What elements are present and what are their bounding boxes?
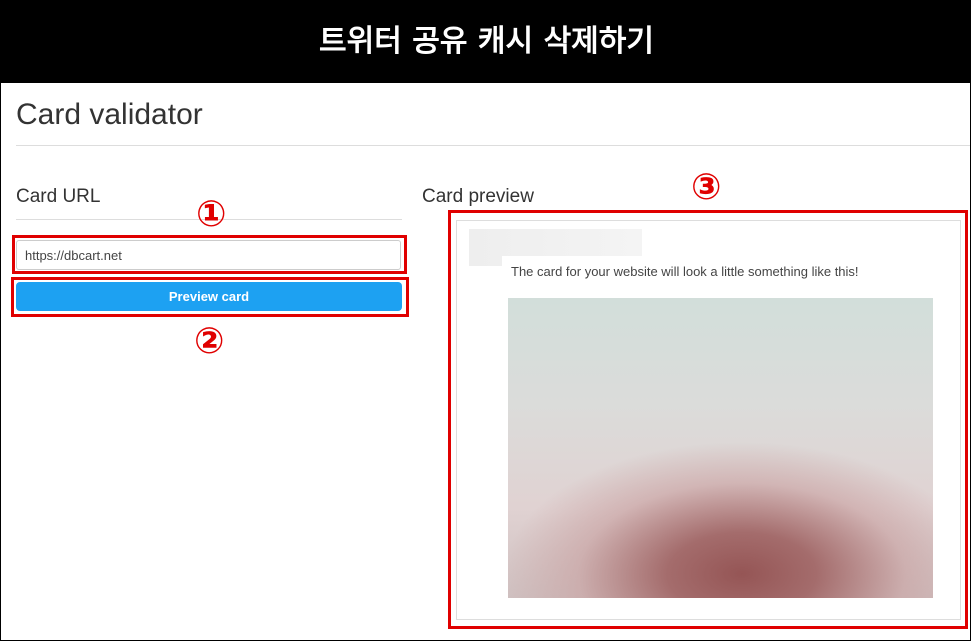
heading-divider	[16, 145, 970, 146]
page-title: Card validator	[16, 98, 203, 131]
card-preview-section-title: Card preview	[422, 186, 534, 207]
card-url-input[interactable]	[16, 240, 401, 270]
card-url-section-title: Card URL	[16, 186, 101, 207]
annotation-number-3: ③	[691, 167, 722, 208]
annotation-number-2: ②	[194, 321, 225, 362]
preview-card-button[interactable]: Preview card	[16, 282, 402, 311]
screenshot-frame: 트위터 공유 캐시 삭제하기 Card validator Card URL ①…	[0, 0, 971, 641]
annotation-box-3	[448, 210, 968, 629]
tutorial-banner-title: 트위터 공유 캐시 삭제하기	[1, 1, 970, 83]
annotation-number-1: ①	[196, 194, 227, 235]
